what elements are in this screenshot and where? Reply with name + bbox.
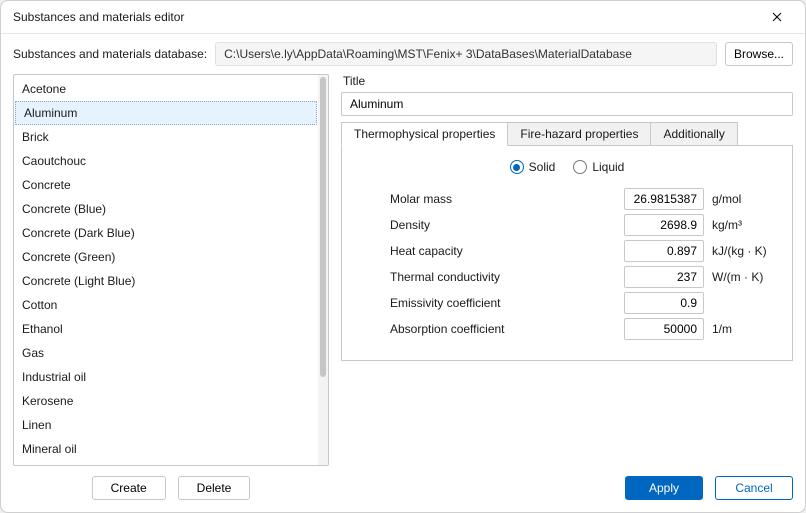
title-input[interactable] xyxy=(341,92,793,116)
list-item[interactable]: Mineral oil xyxy=(14,437,318,461)
apply-button[interactable]: Apply xyxy=(625,476,703,500)
property-label: Absorption coefficient xyxy=(360,322,624,336)
list-item[interactable]: Concrete (Blue) xyxy=(14,197,318,221)
property-unit: 1/m xyxy=(712,322,774,336)
left-column: AcetoneAluminumBrickCaoutchoucConcreteCo… xyxy=(13,74,329,500)
list-item[interactable]: Ethanol xyxy=(14,317,318,341)
delete-button[interactable]: Delete xyxy=(178,476,251,500)
database-label: Substances and materials database: xyxy=(13,47,207,61)
list-item[interactable]: Industrial oil xyxy=(14,365,318,389)
properties-list: Molar mass g/mol Density kg/m³ Heat capacity… xyxy=(360,186,774,342)
property-label: Heat capacity xyxy=(360,244,624,258)
list-item[interactable]: Concrete xyxy=(14,173,318,197)
radio-icon xyxy=(510,160,524,174)
property-row: Density kg/m³ xyxy=(360,212,774,238)
phase-row: Solid Liquid xyxy=(360,160,774,174)
radio-solid[interactable]: Solid xyxy=(510,160,556,174)
list-item[interactable]: Brick xyxy=(14,125,318,149)
materials-listbox: AcetoneAluminumBrickCaoutchoucConcreteCo… xyxy=(13,74,329,466)
radio-liquid-label: Liquid xyxy=(592,160,624,174)
list-item[interactable]: Caoutchouc xyxy=(14,149,318,173)
editor-window: Substances and materials editor Substanc… xyxy=(0,0,806,513)
tab-thermophysical[interactable]: Thermophysical properties xyxy=(341,122,508,146)
cancel-button[interactable]: Cancel xyxy=(715,476,793,500)
list-buttons: Create Delete xyxy=(13,476,329,500)
property-input[interactable] xyxy=(624,318,704,340)
list-scrollbar[interactable] xyxy=(318,75,328,465)
title-label: Title xyxy=(343,74,793,88)
database-path-field[interactable]: C:\Users\e.ly\AppData\Roaming\MST\Fenix+… xyxy=(215,42,717,66)
tab-fire-hazard[interactable]: Fire-hazard properties xyxy=(507,122,651,146)
radio-icon xyxy=(573,160,587,174)
property-input[interactable] xyxy=(624,188,704,210)
list-item[interactable]: Gas xyxy=(14,341,318,365)
tab-content: Solid Liquid Molar mass g/mol Density kg/m³… xyxy=(341,145,793,361)
list-item[interactable]: Concrete (Light Blue) xyxy=(14,269,318,293)
property-row: Molar mass g/mol xyxy=(360,186,774,212)
database-path-text: C:\Users\e.ly\AppData\Roaming\MST\Fenix+… xyxy=(224,47,632,61)
property-input[interactable] xyxy=(624,214,704,236)
create-button[interactable]: Create xyxy=(92,476,166,500)
property-input[interactable] xyxy=(624,266,704,288)
close-icon xyxy=(772,12,782,22)
close-button[interactable] xyxy=(757,3,797,31)
list-item[interactable]: Concrete (Dark Blue) xyxy=(14,221,318,245)
property-row: Absorption coefficient 1/m xyxy=(360,316,774,342)
property-unit: W/(m · K) xyxy=(712,270,774,284)
body: AcetoneAluminumBrickCaoutchoucConcreteCo… xyxy=(1,74,805,512)
property-unit: kg/m³ xyxy=(712,218,774,232)
list-scrollthumb[interactable] xyxy=(320,77,326,377)
list-item[interactable]: Linen xyxy=(14,413,318,437)
database-row: Substances and materials database: C:\Us… xyxy=(1,34,805,74)
right-column: Title Thermophysical properties Fire-haz… xyxy=(341,74,793,500)
titlebar: Substances and materials editor xyxy=(1,1,805,34)
window-title: Substances and materials editor xyxy=(13,10,757,24)
property-unit: kJ/(kg · K) xyxy=(712,244,774,258)
materials-list[interactable]: AcetoneAluminumBrickCaoutchoucConcreteCo… xyxy=(14,75,318,465)
property-row: Thermal conductivity W/(m · K) xyxy=(360,264,774,290)
property-input[interactable] xyxy=(624,292,704,314)
radio-solid-label: Solid xyxy=(529,160,556,174)
list-item[interactable]: Cotton xyxy=(14,293,318,317)
list-item[interactable]: Concrete (Green) xyxy=(14,245,318,269)
property-label: Thermal conductivity xyxy=(360,270,624,284)
browse-button[interactable]: Browse... xyxy=(725,42,793,66)
list-item[interactable]: Kerosene xyxy=(14,389,318,413)
property-label: Emissivity coefficient xyxy=(360,296,624,310)
property-input[interactable] xyxy=(624,240,704,262)
dialog-footer: Apply Cancel xyxy=(341,464,793,500)
property-label: Density xyxy=(360,218,624,232)
property-unit: g/mol xyxy=(712,192,774,206)
list-item[interactable]: Acetone xyxy=(14,77,318,101)
tabs: Thermophysical properties Fire-hazard pr… xyxy=(341,122,793,146)
list-item[interactable]: Aluminum xyxy=(15,101,317,125)
property-row: Heat capacity kJ/(kg · K) xyxy=(360,238,774,264)
property-row: Emissivity coefficient xyxy=(360,290,774,316)
tab-additionally[interactable]: Additionally xyxy=(650,122,737,146)
property-label: Molar mass xyxy=(360,192,624,206)
radio-liquid[interactable]: Liquid xyxy=(573,160,624,174)
